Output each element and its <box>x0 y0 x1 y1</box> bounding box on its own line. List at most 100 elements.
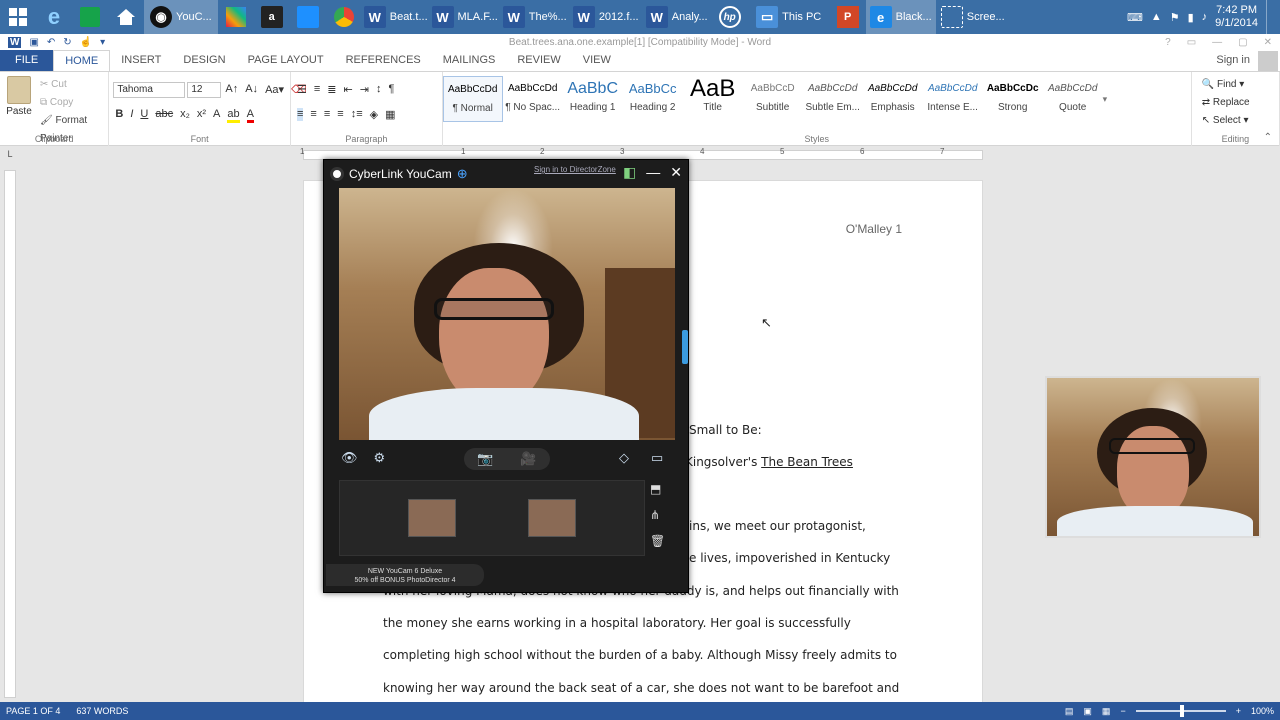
align-right-icon[interactable]: ≡ <box>324 108 330 121</box>
tab-home[interactable]: HOME <box>53 50 111 71</box>
taskbar-item-word-4[interactable]: W 2012.f... <box>570 0 642 34</box>
internet-explorer-icon[interactable]: e <box>36 0 72 34</box>
tab-selector-icon[interactable]: L <box>4 149 16 161</box>
chrome-icon[interactable] <box>326 0 362 34</box>
tab-review[interactable]: REVIEW <box>506 50 571 71</box>
network-icon[interactable]: ▮ <box>1188 11 1194 24</box>
collapse-ribbon-icon[interactable]: ⌃ <box>1264 132 1272 143</box>
superscript-button[interactable]: x² <box>197 108 206 123</box>
zoom-out-icon[interactable]: − <box>1120 706 1125 716</box>
taskbar-item-word-3[interactable]: W The%... <box>500 0 570 34</box>
styles-more-icon[interactable]: ▾ <box>1103 76 1117 122</box>
borders-icon[interactable]: ▦ <box>385 108 395 121</box>
update-icon[interactable]: ⊕ <box>457 166 468 182</box>
style-heading-1[interactable]: AaBbC Heading 1 <box>563 76 623 122</box>
taskbar-item-youcam[interactable]: ◉ YouC... <box>144 0 218 34</box>
font-size-select[interactable]: 12 <box>187 82 222 98</box>
grow-font-icon[interactable]: A↑ <box>225 83 238 96</box>
increase-indent-icon[interactable]: ⇥ <box>360 83 369 96</box>
underline-button[interactable]: U <box>140 108 148 123</box>
highlight-icon[interactable]: ab <box>227 108 240 123</box>
close-button[interactable]: ✕ <box>670 164 682 181</box>
style-normal[interactable]: AaBbCcDd ¶ Normal <box>442 76 503 122</box>
align-center-icon[interactable]: ≡ <box>310 108 316 121</box>
sort-icon[interactable]: ↕ <box>376 83 382 96</box>
tab-design[interactable]: DESIGN <box>172 50 236 71</box>
promo-banner[interactable]: NEW YouCam 6 Deluxe 50% off BONUS PhotoD… <box>326 564 484 586</box>
align-left-icon[interactable]: ≡ <box>297 108 304 121</box>
bullets-icon[interactable]: ☰ <box>297 83 307 96</box>
taskbar-item-word-2[interactable]: W MLA.F... <box>430 0 500 34</box>
export-icon[interactable]: ⬒ <box>650 482 665 496</box>
vertical-ruler[interactable] <box>4 170 16 698</box>
style-heading-2[interactable]: AaBbCc Heading 2 <box>623 76 683 122</box>
weather-icon[interactable] <box>290 0 326 34</box>
style-subtitle[interactable]: AaBbCcD Subtitle <box>743 76 803 122</box>
shading-icon[interactable]: ◈ <box>370 108 378 121</box>
directorzone-link[interactable]: Sign in to DirectorZone <box>534 165 616 174</box>
video-thumbnail[interactable] <box>408 499 456 537</box>
tab-file[interactable]: FILE <box>0 50 54 71</box>
font-name-select[interactable]: Tahoma <box>113 82 186 98</box>
video-thumbnail[interactable] <box>528 499 576 537</box>
multilevel-icon[interactable]: ≣ <box>327 83 336 96</box>
home-icon[interactable] <box>108 0 144 34</box>
taskbar-item-ie[interactable]: e Black... <box>865 0 936 34</box>
windows-start-icon[interactable] <box>0 0 36 34</box>
powerpoint-icon[interactable]: P <box>830 0 866 34</box>
style-quote[interactable]: AaBbCcDd Quote <box>1043 76 1103 122</box>
paste-button[interactable]: Paste <box>4 76 34 117</box>
taskbar-item-word-1[interactable]: W Beat.t... <box>362 0 430 34</box>
tab-view[interactable]: VIEW <box>572 50 622 71</box>
line-spacing-icon[interactable]: ↕≡ <box>351 108 363 121</box>
style-emphasis[interactable]: AaBbCcDd Emphasis <box>863 76 923 122</box>
chevron-up-icon[interactable]: ▲ <box>1151 11 1162 23</box>
taskbar-item-screen-capture[interactable]: Scree... <box>936 0 1010 34</box>
copy-button[interactable]: ⧉ Copy <box>40 94 108 112</box>
read-mode-icon[interactable]: ▤ <box>1065 706 1074 717</box>
pilcrow-icon[interactable]: ¶ <box>388 83 394 96</box>
youcam-window[interactable]: CyberLink YouCam ⊕ Sign in to DirectorZo… <box>323 159 689 593</box>
select-button[interactable]: ↖ Select ▾ <box>1202 112 1250 130</box>
font-color-icon[interactable]: A <box>246 108 254 123</box>
share-icon[interactable]: ⋔ <box>650 508 665 522</box>
tab-page-layout[interactable]: PAGE LAYOUT <box>237 50 335 71</box>
store-icon[interactable] <box>72 0 108 34</box>
numbering-icon[interactable]: ≡ <box>314 83 320 96</box>
tab-insert[interactable]: INSERT <box>110 50 172 71</box>
replace-button[interactable]: ⇄ Replace <box>1202 94 1250 112</box>
zoom-slider[interactable] <box>1135 705 1226 717</box>
volume-icon[interactable]: ♪ <box>1202 11 1208 23</box>
taskbar-item-this-pc[interactable]: ▭ This PC <box>748 0 830 34</box>
web-layout-icon[interactable]: ▦ <box>1102 706 1111 717</box>
word-count[interactable]: 637 WORDS <box>76 706 128 716</box>
justify-icon[interactable]: ≡ <box>337 108 343 121</box>
text-effects-icon[interactable]: A <box>213 108 220 123</box>
decrease-indent-icon[interactable]: ⇤ <box>344 83 353 96</box>
subscript-button[interactable]: x₂ <box>180 108 190 123</box>
style-subtle-emphasis[interactable]: AaBbCcDd Subtle Em... <box>803 76 863 122</box>
clock[interactable]: 7:42 PM 9/1/2014 <box>1215 4 1258 30</box>
video-icon[interactable]: 🎥 <box>520 451 536 467</box>
style-intense-emphasis[interactable]: AaBbCcDd Intense E... <box>923 76 983 122</box>
zoom-level[interactable]: 100% <box>1251 706 1274 716</box>
settings-icon[interactable]: ⚙ <box>374 450 386 466</box>
print-layout-icon[interactable]: ▣ <box>1083 706 1092 717</box>
taskbar-item-word-5[interactable]: W Analy... <box>642 0 712 34</box>
style-strong[interactable]: AaBbCcDc Strong <box>983 76 1043 122</box>
fullscreen-icon[interactable]: ▭ <box>651 450 663 466</box>
sign-in-link[interactable]: Sign in <box>1216 50 1258 71</box>
zoom-in-icon[interactable]: + <box>1236 706 1241 716</box>
account-avatar[interactable] <box>1258 51 1278 71</box>
shrink-font-icon[interactable]: A↓ <box>245 83 258 96</box>
trash-icon[interactable]: 🗑 <box>650 534 665 548</box>
camera-icon[interactable]: 📷 <box>477 451 493 467</box>
photo-app-icon[interactable] <box>218 0 254 34</box>
side-panel-handle[interactable] <box>682 330 688 364</box>
italic-button[interactable]: I <box>130 108 133 123</box>
minimize-button[interactable]: — <box>646 164 660 181</box>
director-icon[interactable]: ◧ <box>623 164 636 181</box>
eye-icon[interactable]: 👁 <box>341 450 358 466</box>
keyboard-icon[interactable]: ⌨ <box>1127 11 1143 24</box>
style-title[interactable]: AaB Title <box>683 76 743 122</box>
